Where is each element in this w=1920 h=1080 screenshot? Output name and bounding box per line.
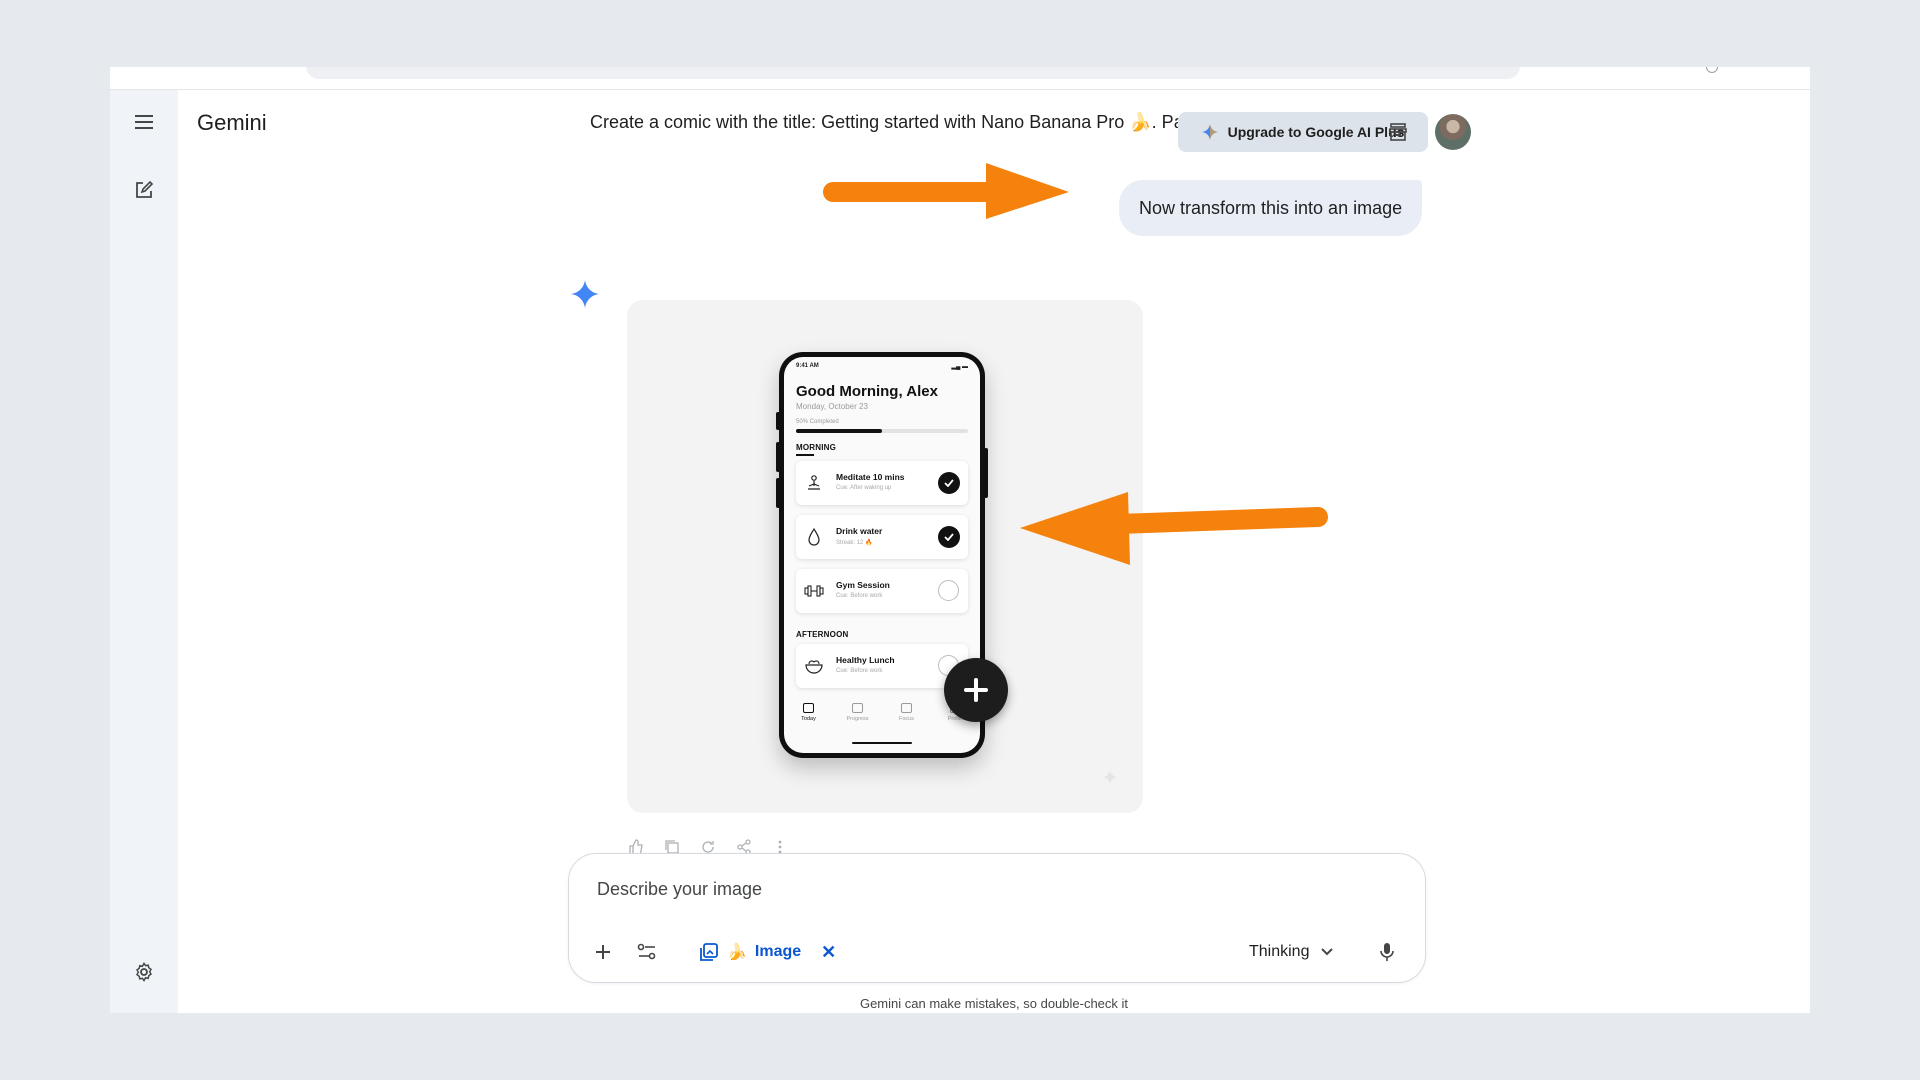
checkmark-icon[interactable] (938, 526, 960, 548)
plus-icon (964, 678, 988, 702)
sidebar (110, 90, 178, 1013)
banana-emoji: 🍌 (727, 944, 747, 961)
task-card[interactable]: Healthy Lunch Cue: Before work (796, 644, 968, 688)
image-tool-chip[interactable]: 🍌 Image ✕ (699, 934, 836, 970)
task-card[interactable]: Meditate 10 mins Cue: After waking up (796, 461, 968, 505)
avatar[interactable] (1435, 114, 1471, 150)
generated-image[interactable]: 9:41 AM ▂▄ ▬ Good Morning, Alex Monday, … (627, 300, 1143, 813)
add-files-button[interactable] (585, 934, 621, 970)
browser-extension-icon[interactable] (1706, 67, 1718, 73)
focus-icon (901, 703, 912, 713)
image-gallery-icon (700, 943, 718, 961)
tab-progress[interactable]: Progress (838, 703, 878, 733)
water-drop-icon (804, 527, 824, 547)
app-brand: Gemini (197, 110, 267, 135)
tab-label: Focus (899, 716, 914, 722)
phone-status-bar: 9:41 AM ▂▄ ▬ (796, 363, 968, 370)
section-underline (796, 454, 814, 456)
today-icon (803, 703, 814, 713)
progress-fill (796, 429, 882, 433)
archive-icon (1389, 123, 1407, 141)
phone-button (984, 448, 988, 498)
close-icon[interactable]: ✕ (821, 942, 836, 963)
salad-bowl-icon (804, 656, 824, 676)
temporary-chat-button[interactable] (1382, 116, 1414, 148)
tab-focus[interactable]: Focus (887, 703, 927, 733)
task-title: Meditate 10 mins (836, 472, 905, 482)
browser-window: Gemini Create a comic with the title: Ge… (110, 67, 1810, 1013)
prompt-composer: 🍌 Image ✕ Thinking (568, 853, 1426, 983)
empty-checkbox-icon[interactable] (938, 580, 959, 601)
main-menu-button[interactable] (124, 102, 164, 142)
microphone-icon (1380, 943, 1394, 961)
task-subtitle: Cue: Before work (836, 593, 883, 599)
tab-label: Today (801, 716, 816, 722)
task-title: Drink water (836, 526, 883, 536)
upgrade-label: Upgrade to Google AI Plus (1227, 124, 1405, 140)
task-subtitle: Cue: After waking up (836, 485, 892, 491)
new-chat-button[interactable] (124, 170, 164, 210)
greeting: Good Morning, Alex (796, 383, 938, 400)
phone-button (776, 478, 780, 508)
tab-label: Progress (846, 716, 869, 722)
image-tool-label: Image (754, 943, 802, 960)
chevron-down-icon (1321, 948, 1334, 956)
phone-button (776, 442, 780, 472)
tab-today[interactable]: Today (789, 703, 829, 733)
dumbbell-icon (804, 581, 824, 601)
main-area: Gemini Create a comic with the title: Ge… (178, 90, 1810, 1013)
phone-mockup: 9:41 AM ▂▄ ▬ Good Morning, Alex Monday, … (776, 352, 1008, 758)
disclaimer: Gemini can make mistakes, so double-chec… (859, 996, 1129, 1011)
gear-icon (136, 962, 152, 982)
phone-time: 9:41 AM (796, 363, 819, 369)
browser-toolbar (110, 67, 1810, 90)
signal-battery-icon: ▂▄ ▬ (951, 364, 968, 370)
progress-bar (796, 429, 968, 433)
phone-button (776, 412, 780, 430)
user-message-bubble: Now transform this into an image (1119, 180, 1423, 236)
microphone-button[interactable] (1369, 934, 1405, 970)
plus-icon (596, 945, 610, 959)
progress-icon (852, 703, 863, 713)
edit-icon (136, 180, 154, 198)
task-title: Gym Session (836, 580, 890, 590)
conversation-title[interactable]: Create a comic with the title: Getting s… (590, 112, 1243, 133)
meditation-icon (804, 473, 824, 493)
hamburger-menu-icon (135, 115, 153, 129)
mode-selector[interactable]: Thinking (1249, 934, 1334, 970)
date-label: Monday, October 23 (796, 402, 868, 411)
task-title: Healthy Lunch (836, 655, 895, 665)
more-vert-icon (778, 840, 782, 854)
task-subtitle: Streak: 12 🔥 (836, 540, 873, 546)
add-task-button[interactable] (944, 658, 1008, 722)
task-card[interactable]: Drink water Streak: 12 🔥 (796, 515, 968, 559)
tune-icon (637, 943, 656, 960)
home-indicator (852, 742, 912, 744)
prompt-input[interactable] (595, 878, 1199, 901)
task-card[interactable]: Gym Session Cue: Before work (796, 569, 968, 613)
sparkle-icon (1201, 124, 1218, 140)
sparkle-watermark-icon (1103, 770, 1117, 784)
address-bar[interactable] (306, 67, 1520, 79)
section-afternoon: AFTERNOON (796, 630, 849, 639)
gemini-sparkle-icon (571, 280, 599, 313)
section-morning: MORNING (796, 443, 837, 452)
task-subtitle: Cue: Before work (836, 668, 883, 674)
checkmark-icon[interactable] (938, 472, 960, 494)
progress-label: 50% Completed (796, 419, 839, 425)
conversation-title-text: Create a comic with the title: Getting s… (590, 112, 1209, 132)
tools-button[interactable] (629, 934, 665, 970)
mode-label: Thinking (1249, 943, 1310, 960)
settings-button[interactable] (124, 952, 164, 992)
user-message-text: Now transform this into an image (1139, 197, 1403, 218)
